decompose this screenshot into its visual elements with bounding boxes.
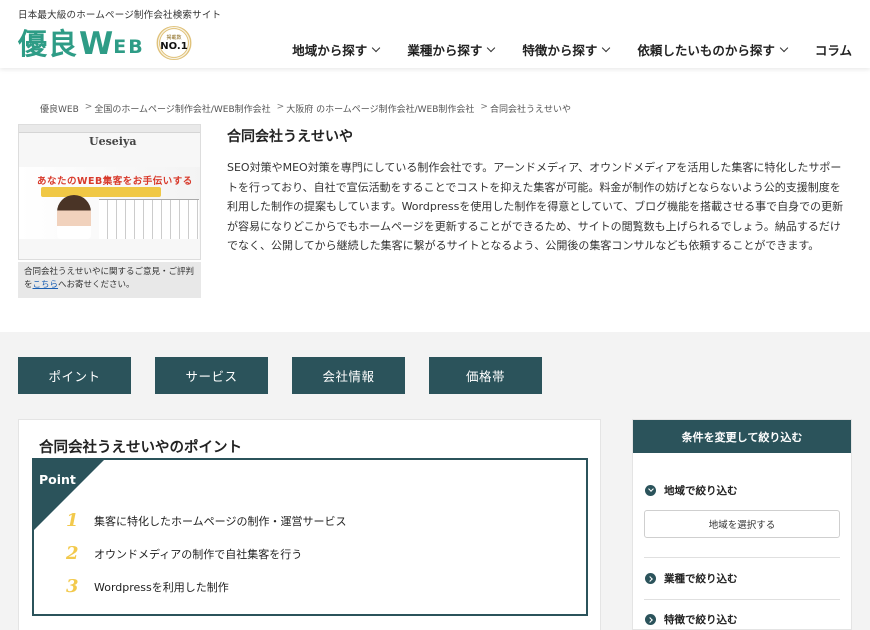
breadcrumb-osaka[interactable]: 大阪府 のホームページ制作会社/WEB制作会社 — [286, 102, 474, 115]
thumb-person-image — [57, 195, 91, 239]
point-list: 1 集客に特化したホームページの制作・運営サービス 2 オウンドメディアの制作で… — [66, 504, 346, 603]
site-logo[interactable]: 優良 W EB — [18, 22, 145, 62]
chevron-down-icon — [372, 43, 381, 53]
list-item: 2 オウンドメディアの制作で自社集客を行う — [66, 537, 346, 570]
filter-sidebar: 条件を変更して絞り込む 地域で絞り込む 地域を選択する 業種で絞り込む 特徴で絞… — [632, 419, 852, 630]
nav-region[interactable]: 地域から探す — [292, 40, 381, 59]
divider — [644, 557, 840, 558]
chevron-down-circle-icon — [645, 485, 656, 496]
point-text: 集客に特化したホームページの制作・運営サービス — [94, 514, 347, 528]
logo-text-w: W — [79, 26, 114, 62]
site-tagline: 日本最大級のホームページ制作会社検索サイト — [18, 10, 222, 21]
point-text: Wordpressを利用した制作 — [94, 580, 229, 594]
thumb-highlight — [41, 187, 161, 197]
section-tabs: ポイント サービス 会社情報 価格帯 — [18, 357, 566, 394]
chevron-down-icon — [487, 43, 496, 53]
nav-industry[interactable]: 業種から探す — [407, 40, 496, 59]
thumb-browser-bar — [19, 125, 200, 133]
review-note: 合同会社うえせいやに関するご意見・ご評判をこちらへお寄せください。 — [18, 262, 201, 298]
chevron-right-circle-icon — [645, 573, 656, 584]
nav-feature-label: 特徴から探す — [522, 43, 598, 58]
company-title: 合同会社うえせいや — [227, 129, 353, 145]
filter-feature-toggle[interactable]: 特徴で絞り込む — [645, 612, 738, 627]
nav-column[interactable]: コラム — [815, 40, 852, 59]
region-select-button[interactable]: 地域を選択する — [644, 510, 840, 538]
tab-service[interactable]: サービス — [155, 357, 268, 394]
breadcrumb: 優良WEB > 全国のホームページ制作会社/WEB制作会社 > 大阪府 のホーム… — [40, 102, 577, 115]
points-title: 合同会社うえせいやのポイント — [39, 440, 242, 456]
breadcrumb-national[interactable]: 全国のホームページ制作会社/WEB制作会社 — [94, 102, 270, 115]
filter-industry-label: 業種で絞り込む — [664, 573, 738, 585]
breadcrumb-separator: > — [84, 102, 93, 112]
point-number: 2 — [66, 543, 79, 564]
filter-title: 条件を変更して絞り込む — [633, 420, 851, 453]
chevron-right-circle-icon — [645, 614, 656, 625]
nav-region-label: 地域から探す — [292, 43, 368, 58]
point-text: オウンドメディアの制作で自社集客を行う — [94, 547, 303, 561]
points-card: 合同会社うえせいやのポイント Point 1 集客に特化したホームページの制作・… — [18, 419, 601, 630]
filter-region-label: 地域で絞り込む — [664, 485, 738, 497]
logo-text-jp: 優良 — [18, 27, 79, 61]
point-number: 1 — [66, 510, 79, 531]
nav-request[interactable]: 依頼したいものから探す — [637, 40, 789, 59]
nav-request-label: 依頼したいものから探す — [637, 43, 775, 58]
review-link[interactable]: こちら — [33, 280, 59, 290]
nav-column-label: コラム — [814, 43, 852, 58]
tab-company-info[interactable]: 会社情報 — [292, 357, 405, 394]
point-number: 3 — [66, 576, 79, 597]
chevron-down-icon — [779, 43, 789, 53]
thumb-brand: Ueseiya — [89, 135, 137, 148]
nav-feature[interactable]: 特徴から探す — [522, 40, 611, 59]
filter-industry-toggle[interactable]: 業種で絞り込む — [645, 571, 738, 586]
company-description: SEO対策やMEO対策を専門にしている制作会社です。アーンドメディア、オウンドメ… — [227, 161, 844, 252]
thumb-headline: あなたのWEB集客をお手伝いする — [37, 176, 193, 187]
site-header: 日本最大級のホームページ制作会社検索サイト 優良 W EB 掲載数 NO.1 地… — [0, 0, 870, 68]
list-item: 1 集客に特化したホームページの制作・運営サービス — [66, 504, 346, 537]
review-note-suffix: へお寄せください。 — [58, 280, 135, 290]
logo-text-eb: EB — [113, 36, 145, 58]
badge-main: NO.1 — [160, 40, 188, 52]
chevron-down-icon — [602, 43, 611, 53]
divider — [644, 599, 840, 600]
main-nav: 地域から探す 業種から探す 特徴から探す 依頼したいものから探す コラム — [264, 40, 852, 59]
point-box: Point 1 集客に特化したホームページの制作・運営サービス 2 オウンドメデ… — [32, 458, 588, 616]
nav-industry-label: 業種から探す — [407, 43, 483, 58]
no1-badge: 掲載数 NO.1 — [156, 26, 192, 60]
list-item: 3 Wordpressを利用した制作 — [66, 570, 346, 603]
tab-price[interactable]: 価格帯 — [429, 357, 542, 394]
breadcrumb-separator: > — [480, 102, 488, 112]
filter-feature-label: 特徴で絞り込む — [664, 614, 738, 626]
breadcrumb-separator: > — [276, 102, 285, 112]
breadcrumb-home[interactable]: 優良WEB — [40, 102, 79, 115]
point-label: Point — [39, 472, 76, 487]
tab-point[interactable]: ポイント — [18, 357, 131, 394]
thumb-illustration — [99, 199, 199, 239]
filter-region-toggle[interactable]: 地域で絞り込む — [645, 483, 738, 498]
breadcrumb-current: 合同会社うえせいや — [489, 105, 571, 115]
company-screenshot[interactable]: Ueseiya あなたのWEB集客をお手伝いする — [18, 124, 201, 260]
